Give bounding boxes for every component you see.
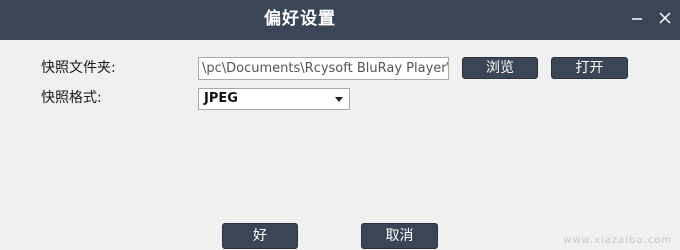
cancel-button[interactable]: 取消 (361, 223, 438, 249)
dialog-title: 偏好设置 (264, 9, 336, 29)
title-bar: 偏好设置 (0, 0, 680, 40)
snapshot-format-select[interactable]: JPEG (198, 88, 350, 110)
snapshot-format-label: 快照格式: (41, 90, 102, 106)
watermark: www.xiazaiba.com (563, 235, 672, 246)
minimize-icon[interactable] (627, 8, 647, 28)
open-button[interactable]: 打开 (551, 57, 628, 79)
snapshot-folder-label: 快照文件夹: (41, 60, 116, 76)
ok-button[interactable]: 好 (222, 223, 298, 249)
close-icon[interactable] (655, 8, 675, 28)
dropdown-arrow-icon (335, 97, 343, 102)
snapshot-format-value: JPEG (204, 91, 238, 106)
browse-button[interactable]: 浏览 (462, 57, 538, 79)
snapshot-folder-path-input[interactable]: \pc\Documents\Rcysoft BluRay Player\ (198, 57, 449, 80)
preferences-dialog: 偏好设置 快照文件夹: \pc\Documents\Rcysoft BluRay… (0, 0, 680, 250)
